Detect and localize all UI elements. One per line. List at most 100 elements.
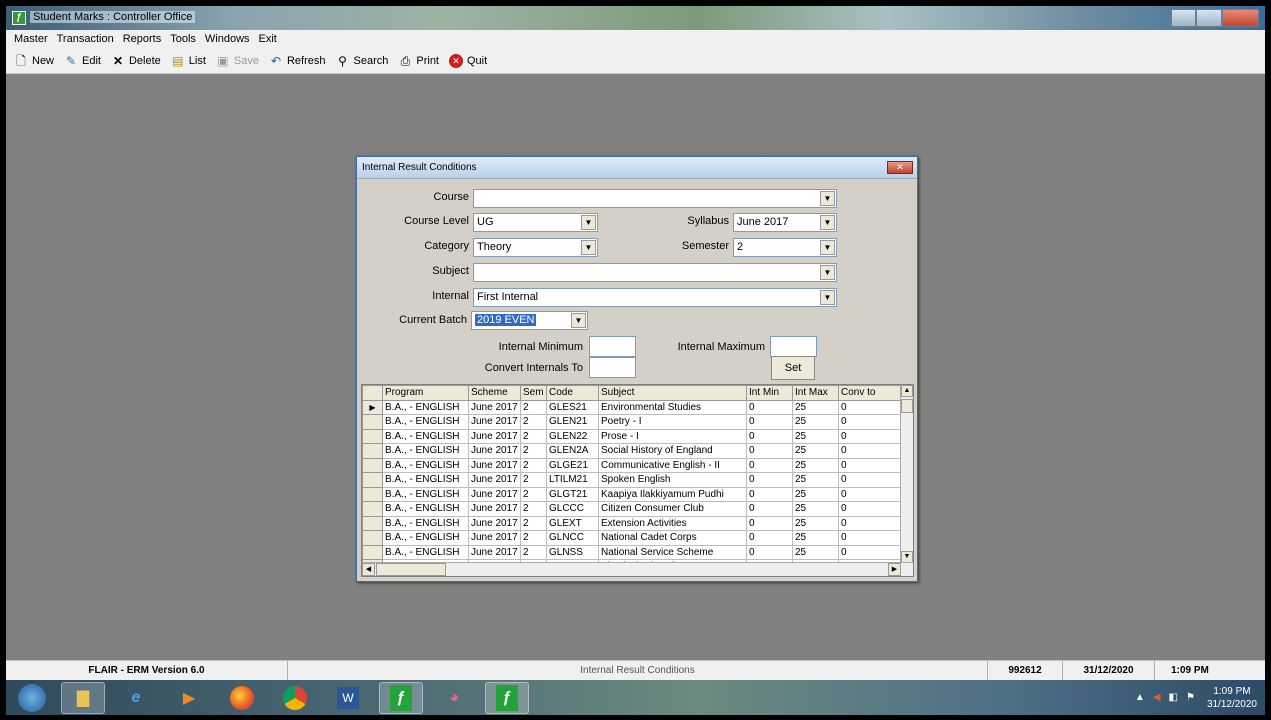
close-window-button[interactable]: [1221, 9, 1259, 27]
dialog-title-bar[interactable]: Internal Result Conditions ✕: [357, 157, 917, 179]
taskbar-media-player[interactable]: ▶: [167, 682, 211, 714]
window-title-bar[interactable]: ƒ Student Marks : Controller Office: [6, 6, 1265, 30]
start-button[interactable]: [12, 682, 52, 714]
cell-program[interactable]: B.A., - ENGLISH: [382, 472, 469, 488]
results-grid[interactable]: Program Scheme Sem Code Subject Int Min …: [361, 384, 914, 577]
cell-int-min[interactable]: 0: [746, 530, 793, 546]
cell-code[interactable]: GLEXT: [546, 515, 599, 531]
quit-button[interactable]: ✕ Quit: [449, 53, 487, 68]
vertical-scrollbar[interactable]: ▲ ▼: [900, 385, 913, 563]
menu-reports[interactable]: Reports: [123, 33, 162, 45]
taskbar-file-explorer[interactable]: ▇: [61, 681, 105, 714]
course-level-select[interactable]: UG ▼: [473, 213, 598, 232]
dialog-close-button[interactable]: ✕: [887, 161, 913, 174]
chevron-down-icon[interactable]: ▼: [820, 215, 835, 230]
cell-scheme[interactable]: June 2017: [468, 428, 521, 444]
row-selector[interactable]: [362, 472, 383, 488]
taskbar-firefox[interactable]: [220, 682, 264, 714]
cell-int-max[interactable]: 25: [792, 544, 839, 560]
row-selector[interactable]: [362, 530, 383, 546]
cell-subject[interactable]: Citizen Consumer Club: [598, 501, 747, 517]
cell-code[interactable]: GLEN2A: [546, 443, 599, 459]
cell-subject[interactable]: Kaapiya Ilakkiyamum Pudhi: [598, 486, 747, 502]
cell-conv-to[interactable]: 0: [838, 428, 903, 444]
cell-conv-to[interactable]: 0: [838, 486, 903, 502]
column-header-sem[interactable]: Sem: [520, 385, 547, 401]
cell-conv-to[interactable]: 0: [838, 457, 903, 473]
column-header-conv-to[interactable]: Conv to: [838, 385, 903, 401]
cell-int-min[interactable]: 0: [746, 414, 793, 430]
column-header-int-max[interactable]: Int Max: [792, 385, 839, 401]
current-batch-select[interactable]: 2019 EVEN ▼: [471, 311, 588, 330]
cell-program[interactable]: B.A., - ENGLISH: [382, 515, 469, 531]
chevron-down-icon[interactable]: ▼: [571, 313, 586, 328]
cell-scheme[interactable]: June 2017: [468, 414, 521, 430]
taskbar-clock[interactable]: 1:09 PM 31/12/2020: [1207, 685, 1257, 711]
menu-master[interactable]: Master: [14, 33, 48, 45]
scroll-right-icon[interactable]: ▶: [888, 563, 901, 576]
cell-int-min[interactable]: 0: [746, 457, 793, 473]
taskbar-internet-explorer[interactable]: e: [114, 682, 158, 714]
cell-int-min[interactable]: 0: [746, 472, 793, 488]
cell-int-min[interactable]: 0: [746, 486, 793, 502]
table-row[interactable]: B.A., - ENGLISH June 2017 2 GLEXT Extension …: [362, 515, 903, 531]
edit-button[interactable]: ✎ Edit: [64, 54, 101, 68]
cell-scheme[interactable]: June 2017: [468, 501, 521, 517]
cell-sem[interactable]: 2: [520, 399, 547, 415]
cell-subject[interactable]: Social History of England: [598, 443, 747, 459]
row-selector[interactable]: [362, 414, 383, 430]
column-header-program[interactable]: Program: [382, 385, 469, 401]
cell-code[interactable]: GLNSS: [546, 544, 599, 560]
scroll-thumb[interactable]: [901, 399, 913, 413]
cell-code[interactable]: GLCCC: [546, 501, 599, 517]
menu-tools[interactable]: Tools: [170, 33, 196, 45]
internal-maximum-input[interactable]: [770, 336, 817, 357]
convert-internals-input[interactable]: [589, 357, 636, 378]
cell-int-max[interactable]: 25: [792, 414, 839, 430]
scroll-left-icon[interactable]: ◀: [362, 563, 375, 576]
network-icon[interactable]: ◀: [1153, 692, 1161, 703]
cell-scheme[interactable]: June 2017: [468, 515, 521, 531]
cell-subject[interactable]: Communicative English - II: [598, 457, 747, 473]
table-row[interactable]: B.A., - ENGLISH June 2017 2 GLGT21 Kaapiya I…: [362, 486, 903, 502]
cell-subject[interactable]: National Cadet Corps: [598, 530, 747, 546]
chevron-down-icon[interactable]: ▼: [820, 265, 835, 280]
cell-program[interactable]: B.A., - ENGLISH: [382, 457, 469, 473]
scroll-thumb[interactable]: [376, 563, 446, 576]
internal-select[interactable]: First Internal ▼: [473, 288, 837, 307]
cell-scheme[interactable]: June 2017: [468, 530, 521, 546]
table-row[interactable]: B.A., - ENGLISH June 2017 2 GLNCC National C…: [362, 530, 903, 546]
taskbar-flair-app-1[interactable]: ƒ: [379, 681, 423, 714]
cell-scheme[interactable]: June 2017: [468, 486, 521, 502]
cell-conv-to[interactable]: 0: [838, 515, 903, 531]
search-button[interactable]: ⚲ Search: [336, 54, 388, 68]
column-header-subject[interactable]: Subject: [598, 385, 747, 401]
cell-code[interactable]: GLGE21: [546, 457, 599, 473]
maximize-button[interactable]: [1196, 9, 1222, 27]
cell-code[interactable]: GLGT21: [546, 486, 599, 502]
cell-int-max[interactable]: 25: [792, 428, 839, 444]
cell-sem[interactable]: 2: [520, 544, 547, 560]
table-row[interactable]: B.A., - ENGLISH June 2017 2 GLCCC Citizen Co…: [362, 501, 903, 517]
row-selector[interactable]: [362, 457, 383, 473]
save-button[interactable]: ▣ Save: [216, 54, 259, 68]
cell-code[interactable]: GLNCC: [546, 530, 599, 546]
cell-conv-to[interactable]: 0: [838, 472, 903, 488]
cell-conv-to[interactable]: 0: [838, 443, 903, 459]
table-row[interactable]: ▶ B.A., - ENGLISH June 2017 2 GLES21 Environm…: [362, 399, 903, 415]
cell-program[interactable]: B.A., - ENGLISH: [382, 530, 469, 546]
menu-windows[interactable]: Windows: [205, 33, 250, 45]
cell-sem[interactable]: 2: [520, 443, 547, 459]
refresh-button[interactable]: ↶ Refresh: [269, 54, 326, 68]
cell-sem[interactable]: 2: [520, 428, 547, 444]
cell-scheme[interactable]: June 2017: [468, 399, 521, 415]
cell-int-max[interactable]: 25: [792, 457, 839, 473]
cell-program[interactable]: B.A., - ENGLISH: [382, 544, 469, 560]
row-selector[interactable]: [362, 515, 383, 531]
chevron-down-icon[interactable]: ▼: [820, 290, 835, 305]
cell-conv-to[interactable]: 0: [838, 501, 903, 517]
cell-program[interactable]: B.A., - ENGLISH: [382, 428, 469, 444]
cell-int-max[interactable]: 25: [792, 515, 839, 531]
cell-subject[interactable]: Prose - I: [598, 428, 747, 444]
row-selector[interactable]: [362, 428, 383, 444]
